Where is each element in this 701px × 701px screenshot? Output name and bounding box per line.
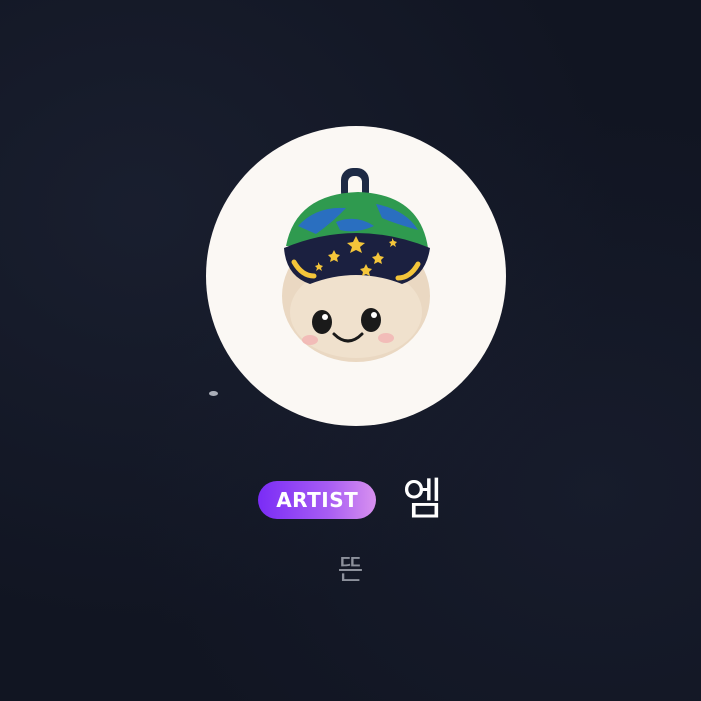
profile-screen: ARTIST 엠 뜬: [0, 0, 701, 701]
artist-badge: ARTIST: [258, 481, 377, 519]
profile-name: 엠: [402, 474, 443, 525]
plush-toy-avatar-icon: [282, 168, 430, 362]
name-row: ARTIST 엠: [0, 470, 701, 530]
background-speck: [209, 391, 218, 396]
profile-subname: 뜬: [337, 553, 364, 586]
avatar[interactable]: [206, 126, 506, 426]
